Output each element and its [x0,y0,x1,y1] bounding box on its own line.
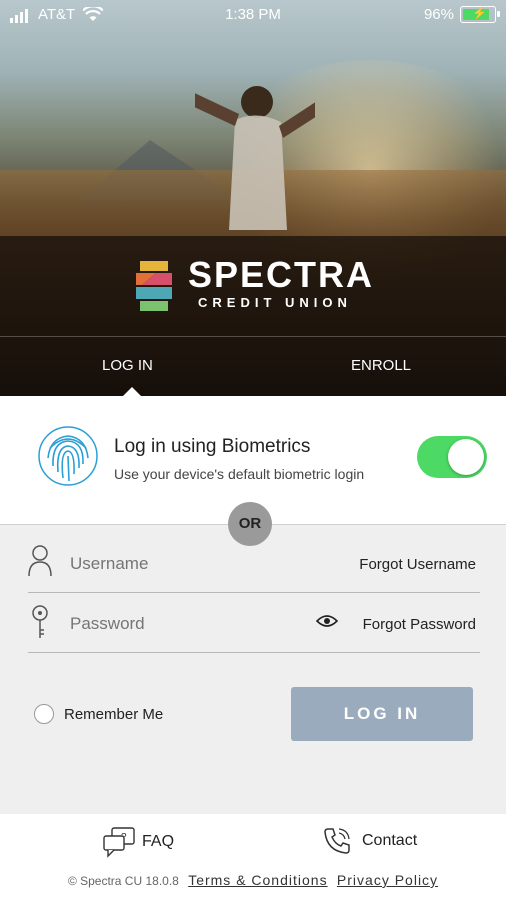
key-icon [32,605,48,638]
hero-person-silhouette [195,86,315,230]
terms-link[interactable]: Terms & Conditions [188,872,327,888]
phone-icon [324,828,350,854]
forgot-username-link[interactable]: Forgot Username [359,556,476,573]
faq-chat-icon: ? [103,827,135,858]
remember-me-label: Remember Me [64,705,164,723]
battery-percent: 96% [423,6,454,23]
legal-bar: © Spectra CU 18.0.8 Terms & Conditions P… [0,872,506,888]
contact-label: Contact [362,832,418,849]
username-row: Forgot Username [28,532,480,593]
toggle-knob [448,439,484,475]
login-button[interactable]: LOG IN [291,687,473,741]
footer: ? FAQ Contact © Spectra CU 18.0.8 Terms … [0,814,506,900]
user-icon [28,545,52,577]
status-bar: AT&T 1:38 PM 96% ⚡ [0,0,506,30]
eye-icon[interactable] [316,614,338,628]
brand-name: SPECTRA [188,254,375,295]
tab-login[interactable]: LOG IN [102,357,153,374]
battery-icon: ⚡ [460,6,500,23]
tab-enroll[interactable]: ENROLL [351,357,411,374]
spectra-logo: SPECTRA CREDIT UNION [130,255,380,315]
active-tab-indicator [122,387,142,396]
contact-link[interactable]: Contact [322,826,417,856]
password-row: Forgot Password [28,592,480,653]
fingerprint-icon [38,426,98,486]
faq-link[interactable]: ? FAQ [102,826,174,858]
version-label: © Spectra CU 18.0.8 [67,874,179,888]
biometrics-toggle[interactable] [417,436,487,478]
biometrics-title: Log in using Biometrics [114,436,311,457]
auth-tabs: LOG IN ENROLL [0,336,506,396]
username-input[interactable] [70,554,270,574]
remember-me-radio[interactable] [34,704,54,724]
biometrics-description: Use your device's default biometric logi… [114,466,365,482]
password-input[interactable] [70,614,270,634]
brand-subtitle: CREDIT UNION [198,295,352,310]
forgot-password-link[interactable]: Forgot Password [363,616,476,633]
hero-banner: AT&T 1:38 PM 96% ⚡ SPECTRA CREDIT UNION [0,0,506,396]
faq-label: FAQ [142,833,175,850]
privacy-link[interactable]: Privacy Policy [337,872,438,888]
remember-me-option[interactable]: Remember Me [34,704,163,724]
spectra-logo-mark-icon [136,261,172,311]
